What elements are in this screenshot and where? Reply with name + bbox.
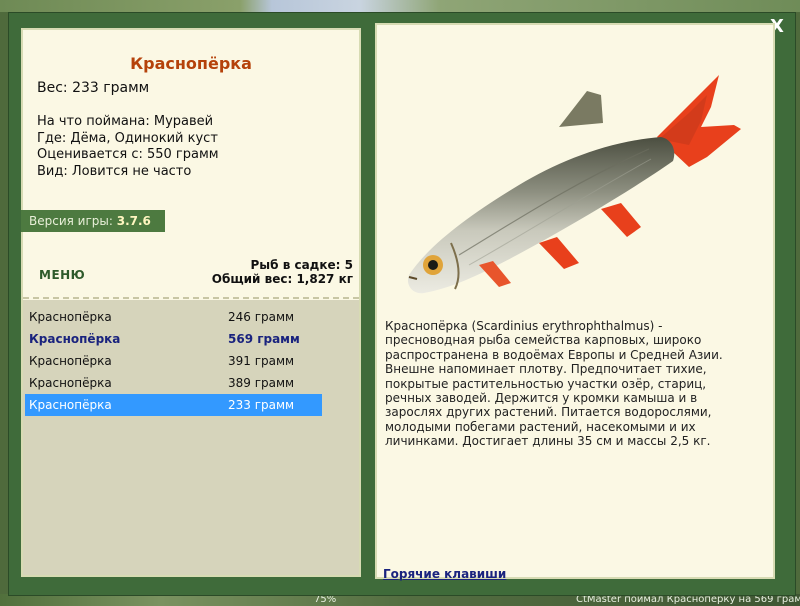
keepnet-count: Рыб в садке: 5	[250, 258, 354, 272]
catch-row-selected[interactable]: Краснопёрка 233 грамм	[25, 394, 322, 416]
hotkeys-link[interactable]: Горячие клавиши	[383, 567, 506, 581]
catch-weight: 569 грамм	[228, 332, 300, 346]
rudd-fish-image	[407, 75, 741, 294]
keepnet-total-weight: Общий вес: 1,827 кг	[211, 272, 353, 286]
keepnet-stats: Рыб в садке: 5 Общий вес: 1,827 кг	[212, 258, 353, 286]
catch-row[interactable]: Краснопёрка 391 грамм	[25, 350, 322, 372]
fish-description-panel: Краснопёрка (Scardinius erythrophthalmus…	[375, 23, 775, 581]
info-rarity: Вид: Ловится не часто	[37, 163, 192, 179]
catch-row[interactable]: Краснопёрка 569 грамм	[25, 328, 322, 350]
catch-list: Краснопёрка 246 грамм Краснопёрка 569 гр…	[23, 300, 359, 575]
version-value: 3.7.6	[116, 214, 151, 228]
version-label: Версия игры:	[29, 214, 113, 228]
catch-weight: 233 грамм	[228, 398, 295, 412]
fish-description: Краснопёрка (Scardinius erythrophthalmus…	[385, 319, 723, 449]
catch-row[interactable]: Краснопёрка 389 грамм	[25, 372, 322, 394]
fish-weight: Вес: 233 грамм	[37, 80, 150, 96]
catch-name: Краснопёрка	[29, 310, 112, 324]
info-location: Где: Дёма, Одинокий куст	[37, 130, 218, 146]
info-valuation: Оценивается с: 550 грамм	[37, 147, 219, 162]
info-bait: На что поймана: Муравей	[37, 114, 214, 129]
catch-weight: 391 грамм	[228, 354, 295, 368]
fish-info-window: X Краснопёрка Вес: 233 грамм На что пойм…	[8, 12, 796, 596]
catch-name: Краснопёрка	[29, 398, 112, 412]
catch-name: Краснопёрка	[29, 332, 121, 346]
catch-name: Краснопёрка	[29, 354, 112, 368]
dashed-divider	[23, 297, 359, 299]
catch-name: Краснопёрка	[29, 376, 112, 390]
menu-button[interactable]: МЕНЮ	[39, 268, 85, 282]
catch-weight: 389 грамм	[228, 376, 295, 390]
game-background-top	[0, 0, 800, 12]
catch-row[interactable]: Краснопёрка 246 грамм	[25, 306, 322, 328]
catch-info-panel: Краснопёрка Вес: 233 грамм На что пойман…	[21, 28, 361, 577]
fish-title: Краснопёрка	[130, 54, 252, 73]
game-version-tag: Версия игры: 3.7.6	[21, 210, 165, 232]
fish-info-list: На что поймана: Муравей Где: Дёма, Одино…	[37, 114, 219, 180]
catch-weight: 246 грамм	[228, 310, 295, 324]
